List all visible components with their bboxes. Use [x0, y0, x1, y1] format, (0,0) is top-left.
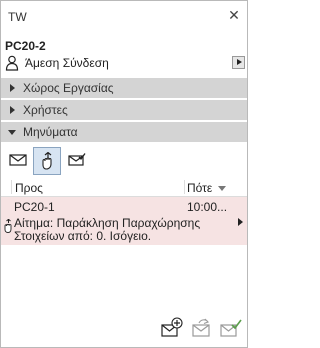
message-time: 10:00... — [187, 200, 228, 214]
section-users[interactable]: Χρήστες — [1, 100, 247, 120]
section-users-label: Χρήστες — [23, 103, 68, 117]
envelope-icon — [9, 154, 27, 166]
column-separator — [11, 180, 12, 194]
title-bar: TW ✕ — [1, 1, 247, 31]
reply-icon[interactable] — [191, 317, 213, 339]
messages-header: Προς Πότε — [1, 179, 247, 197]
chevron-right-icon — [10, 84, 15, 92]
message-row[interactable]: PC20-1 10:00... Αίτημα: Παράκληση Παραχώ… — [1, 197, 247, 245]
project-name: PC20-2 — [5, 39, 46, 53]
new-message-icon[interactable] — [161, 317, 183, 339]
section-messages[interactable]: Μηνύματα — [1, 122, 247, 142]
section-workspace-label: Χώρος Εργασίας — [23, 81, 114, 95]
user-menu-button[interactable] — [232, 56, 245, 69]
column-header-when[interactable]: Πότε — [187, 181, 212, 195]
close-icon[interactable]: ✕ — [227, 8, 241, 22]
acknowledge-icon[interactable] — [220, 317, 242, 339]
column-header-to[interactable]: Προς — [15, 181, 43, 195]
hand-request-icon — [4, 219, 12, 233]
window-title: TW — [8, 10, 27, 24]
user-icon — [5, 55, 19, 71]
chevron-right-icon — [10, 106, 15, 114]
user-status-label: Άμεση Σύνδεση — [25, 56, 109, 70]
message-text: Αίτημα: Παράκληση Παραχώρησης Στοιχείων … — [14, 216, 201, 243]
teamwork-panel: TW ✕ PC20-2 Άμεση Σύνδεση Χώρος Εργασίας… — [0, 0, 248, 348]
messages-tool-acknowledged[interactable] — [63, 147, 91, 175]
message-sender: PC20-1 — [14, 200, 55, 214]
hand-request-icon — [42, 152, 52, 170]
column-separator — [184, 180, 185, 194]
chevron-down-icon — [8, 130, 16, 135]
user-status-row[interactable]: Άμεση Σύνδεση — [1, 53, 247, 73]
section-messages-label: Μηνύματα — [23, 125, 78, 139]
section-workspace[interactable]: Χώρος Εργασίας — [1, 78, 247, 98]
messages-tool-request[interactable] — [33, 147, 61, 175]
message-expand-arrow[interactable] — [238, 218, 243, 226]
messages-list: Προς Πότε PC20-1 10:00... Αίτημα: Παράκλ… — [1, 179, 247, 281]
sort-descending-icon[interactable] — [218, 186, 226, 191]
messages-tool-envelope[interactable] — [4, 147, 32, 175]
checked-envelope-icon — [68, 153, 86, 166]
